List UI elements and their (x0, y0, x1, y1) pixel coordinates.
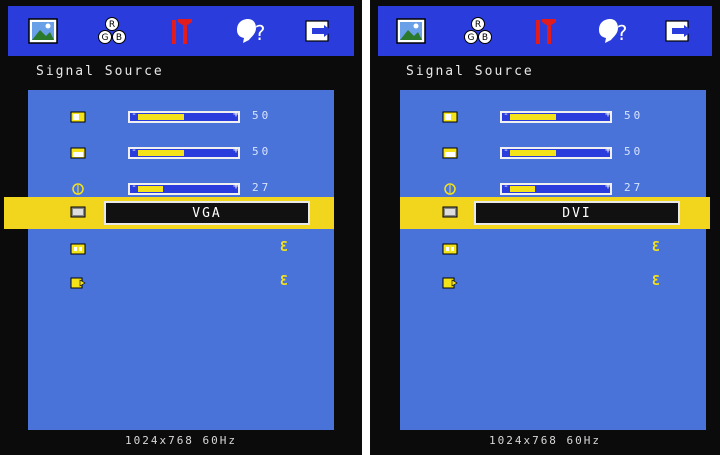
exit-icon[interactable] (299, 13, 339, 49)
h-position-slider[interactable]: - + (128, 109, 240, 123)
osd-title: Signal Source (36, 64, 164, 79)
svg-text:B: B (116, 33, 122, 43)
enter-mark: Ɛ (280, 240, 288, 255)
phase-value: 27 (252, 181, 272, 194)
h-position-slider[interactable]: - + (500, 109, 612, 123)
phase-slider[interactable]: - + (500, 181, 612, 195)
svg-text:G: G (101, 33, 108, 43)
slider-fill (510, 150, 556, 156)
exit-icon[interactable] (659, 13, 699, 49)
input-select-row[interactable]: Ɛ (28, 238, 334, 262)
picture-icon[interactable] (391, 13, 431, 49)
exit-menu-row[interactable]: Ɛ (400, 272, 706, 296)
v-position-slider[interactable]: - + (128, 145, 240, 159)
slider-fill (510, 114, 556, 120)
resolution-status: 1024x768 60Hz (488, 434, 602, 447)
signal-source-value[interactable]: VGA (104, 201, 310, 225)
slider-fill (138, 114, 184, 120)
tools-icon[interactable] (161, 13, 201, 49)
enter-mark: Ɛ (280, 274, 288, 289)
phase-icon (444, 183, 456, 195)
signal-source-row[interactable]: VGA (4, 197, 334, 229)
input-icon (70, 206, 86, 218)
exit-menu-row[interactable]: Ɛ (28, 272, 334, 296)
h-position-icon (70, 111, 86, 123)
v-position-icon (70, 147, 86, 159)
v-position-value: 50 (252, 145, 272, 158)
enter-mark: Ɛ (652, 274, 660, 289)
input-select-icon (442, 243, 458, 255)
help-icon[interactable]: ? (230, 13, 270, 49)
slider-fill (138, 150, 184, 156)
h-position-value: 50 (252, 109, 272, 122)
help-icon[interactable]: ? (592, 13, 632, 49)
v-position-row[interactable]: - + 50 (28, 142, 334, 166)
osd-screen-vga: RGB ? Signal Source - + 50 - + 50 - + 27… (0, 0, 362, 455)
v-position-slider[interactable]: - + (500, 145, 612, 159)
h-position-value: 50 (624, 109, 644, 122)
svg-text:B: B (482, 33, 488, 43)
enter-mark: Ɛ (652, 240, 660, 255)
slider-fill (138, 186, 163, 192)
osd-menu-bar: RGB ? (378, 6, 712, 56)
tools-icon[interactable] (525, 13, 565, 49)
exit-menu-icon (442, 277, 458, 289)
osd-screen-dvi: RGB ? Signal Source - + 50 - + 50 - + 27… (370, 0, 720, 455)
osd-menu-bar: RGB ? (8, 6, 354, 56)
input-icon (442, 206, 458, 218)
input-select-icon (70, 243, 86, 255)
signal-source-row[interactable]: DVI (400, 197, 710, 229)
svg-text:?: ? (616, 21, 627, 45)
phase-icon (72, 183, 84, 195)
rgb-icon[interactable]: RGB (458, 13, 498, 49)
h-position-row[interactable]: - + 50 (28, 106, 334, 130)
svg-text:R: R (109, 20, 115, 30)
slider-fill (510, 186, 535, 192)
signal-source-value[interactable]: DVI (474, 201, 680, 225)
svg-text:G: G (468, 33, 475, 43)
v-position-icon (442, 147, 458, 159)
h-position-icon (442, 111, 458, 123)
input-select-row[interactable]: Ɛ (400, 238, 706, 262)
phase-slider[interactable]: - + (128, 181, 240, 195)
phase-value: 27 (624, 181, 644, 194)
h-position-row[interactable]: - + 50 (400, 106, 706, 130)
v-position-value: 50 (624, 145, 644, 158)
svg-text:?: ? (255, 21, 266, 45)
v-position-row[interactable]: - + 50 (400, 142, 706, 166)
picture-icon[interactable] (23, 13, 63, 49)
exit-menu-icon (70, 277, 86, 289)
resolution-status: 1024x768 60Hz (124, 434, 238, 447)
rgb-icon[interactable]: RGB (92, 13, 132, 49)
svg-text:R: R (475, 20, 481, 30)
osd-title: Signal Source (406, 64, 534, 79)
